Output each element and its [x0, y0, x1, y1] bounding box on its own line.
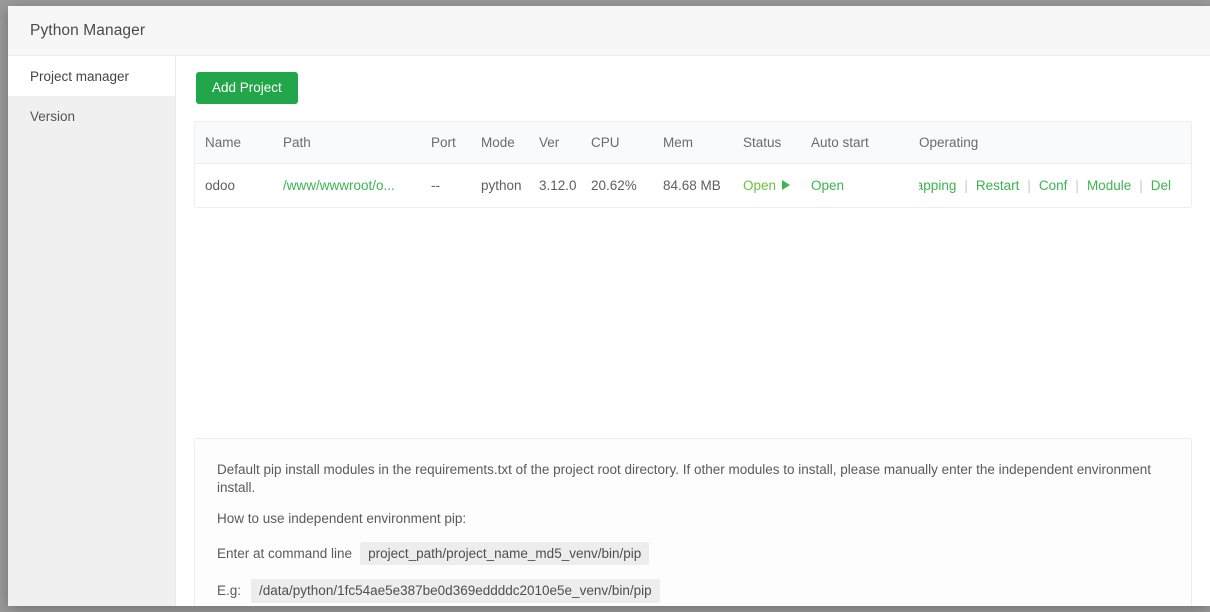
sidebar-item-label: Project manager	[30, 69, 129, 84]
example-label: E.g:	[217, 582, 241, 600]
column-header-ver: Ver	[539, 122, 591, 164]
play-icon[interactable]	[782, 180, 790, 190]
help-line-how-to: How to use independent environment pip:	[217, 510, 1169, 528]
example-code: /data/python/1fc54ae5e387be0d369eddddc20…	[251, 579, 660, 603]
column-header-cpu: CPU	[591, 122, 663, 164]
column-header-mem: Mem	[663, 122, 743, 164]
cell-auto-start: Open	[811, 163, 919, 207]
cell-port: --	[431, 163, 481, 207]
projects-table-container: Name Path Port Mode Ver CPU Mem Status A…	[194, 121, 1192, 208]
help-line-example: E.g: /data/python/1fc54ae5e387be0d369edd…	[217, 579, 1169, 603]
cell-cpu: 20.62%	[591, 163, 663, 207]
projects-table: Name Path Port Mode Ver CPU Mem Status A…	[195, 122, 1191, 207]
op-mapping-link[interactable]: Mapping	[919, 178, 964, 193]
cell-ver: 3.12.0	[539, 163, 591, 207]
op-conf-link[interactable]: Conf	[1031, 178, 1076, 193]
op-restart-link[interactable]: Restart	[968, 178, 1028, 193]
python-manager-dialog: Python Manager Project manager Version A…	[8, 6, 1210, 606]
cell-mode: python	[481, 163, 539, 207]
op-module-link[interactable]: Module	[1079, 178, 1139, 193]
page-title: Python Manager	[30, 22, 145, 40]
column-header-status: Status	[743, 122, 811, 164]
table-row: odoo /www/wwwroot/o... -- python 3.12.0 …	[195, 163, 1191, 207]
help-line-command: Enter at command line project_path/proje…	[217, 542, 1169, 566]
table-body: odoo /www/wwwroot/o... -- python 3.12.0 …	[195, 163, 1191, 207]
cell-status: Open	[743, 163, 811, 207]
project-path-link[interactable]: /www/wwwroot/o...	[283, 178, 423, 193]
cell-path: /www/wwwroot/o...	[283, 163, 431, 207]
status-label: Open	[743, 178, 776, 193]
op-del-link[interactable]: Del	[1143, 178, 1179, 193]
command-line-code: project_path/project_name_md5_venv/bin/p…	[360, 542, 649, 566]
help-line-default-pip: Default pip install modules in the requi…	[217, 461, 1169, 496]
command-line-label: Enter at command line	[217, 545, 352, 563]
auto-start-toggle[interactable]: Open	[811, 178, 844, 193]
column-header-mode: Mode	[481, 122, 539, 164]
status-badge[interactable]: Open	[743, 178, 811, 193]
sidebar-item-label: Version	[30, 109, 75, 124]
sidebar: Project manager Version	[8, 56, 176, 606]
main-content: Add Project Name Path Port Mode Ver CPU …	[176, 56, 1210, 606]
column-header-operating: Operating	[919, 122, 1191, 164]
column-header-auto-start: Auto start	[811, 122, 919, 164]
table-header-row: Name Path Port Mode Ver CPU Mem Status A…	[195, 122, 1191, 164]
operating-links: Logs | Mapping | Restart | Conf | Module	[919, 178, 1179, 193]
table-header: Name Path Port Mode Ver CPU Mem Status A…	[195, 122, 1191, 164]
cell-name: odoo	[195, 163, 283, 207]
dialog-body: Project manager Version Add Project Name…	[8, 56, 1210, 606]
cell-mem: 84.68 MB	[663, 163, 743, 207]
dialog-titlebar: Python Manager	[8, 6, 1210, 56]
column-header-path: Path	[283, 122, 431, 164]
cell-operating: Logs | Mapping | Restart | Conf | Module	[919, 163, 1191, 207]
add-project-button[interactable]: Add Project	[196, 72, 298, 104]
sidebar-item-version[interactable]: Version	[8, 96, 175, 136]
sidebar-item-project-manager[interactable]: Project manager	[8, 56, 175, 96]
column-header-port: Port	[431, 122, 481, 164]
column-header-name: Name	[195, 122, 283, 164]
pip-help-panel: Default pip install modules in the requi…	[194, 438, 1192, 606]
